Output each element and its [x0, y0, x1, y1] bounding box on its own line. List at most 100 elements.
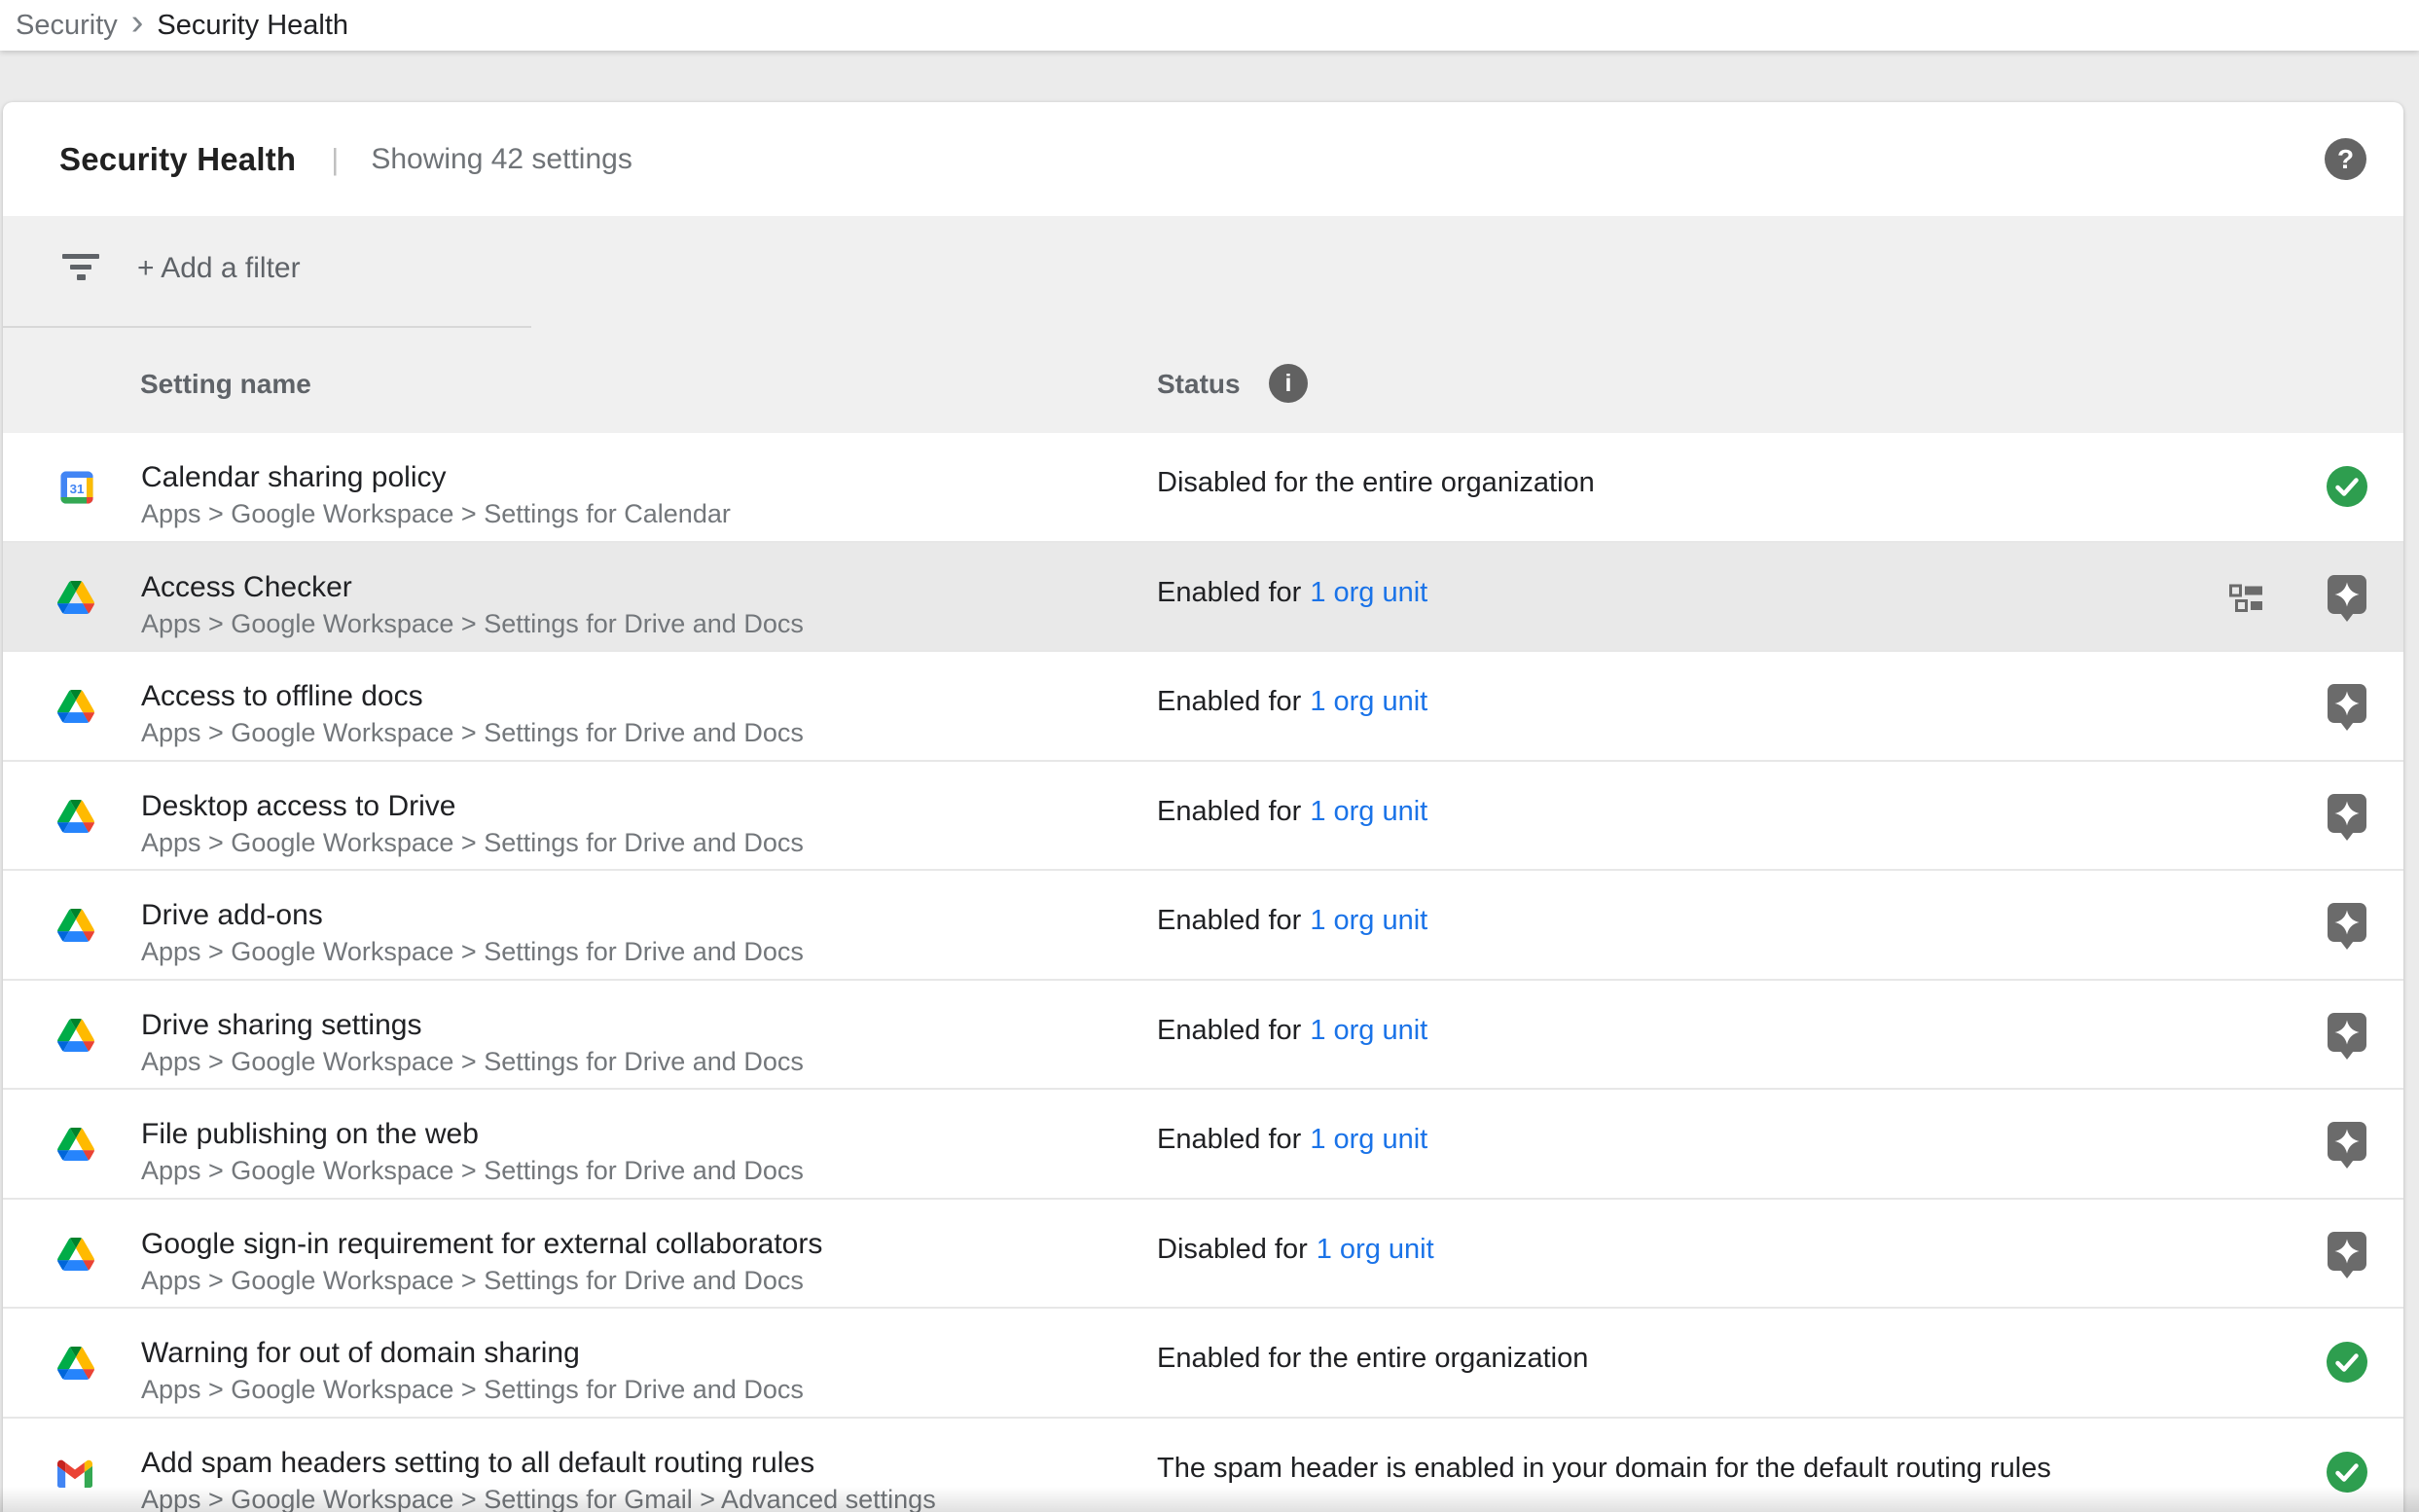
column-header-setting-name: Setting name [140, 369, 311, 400]
setting-status: Enabled for 1 org unit [1157, 574, 1427, 611]
status-text: Enabled for [1157, 577, 1301, 608]
recommendation-icon[interactable] [2326, 1011, 2368, 1060]
setting-path: Apps > Google Workspace > Settings for D… [141, 1263, 822, 1298]
status-ok-icon [2325, 1450, 2369, 1494]
status-text: Enabled for [1157, 686, 1301, 717]
org-unit-link[interactable]: 1 org unit [1310, 1015, 1427, 1046]
column-header-status: Status [1157, 369, 1241, 400]
setting-path: Apps > Google Workspace > Settings for D… [141, 1372, 804, 1407]
setting-title: Calendar sharing policy [141, 458, 731, 496]
setting-title: File publishing on the web [141, 1115, 804, 1153]
setting-title: Access to offline docs [141, 677, 804, 715]
setting-title: Drive add-ons [141, 896, 804, 934]
org-unit-link[interactable]: 1 org unit [1310, 905, 1427, 936]
recommendation-icon[interactable] [2326, 792, 2368, 841]
setting-path: Apps > Google Workspace > Settings for G… [141, 1482, 936, 1512]
status-text: Disabled for [1157, 1234, 1308, 1265]
setting-path: Apps > Google Workspace > Settings for D… [141, 606, 804, 641]
org-unit-link[interactable]: 1 org unit [1310, 686, 1427, 717]
table-row[interactable]: 31 Google sign-in requirem [3, 1200, 2403, 1310]
page-title: Security Health [59, 141, 296, 178]
drive-icon: 31 [57, 578, 96, 617]
setting-status: Enabled for 1 org unit [1157, 1121, 1427, 1158]
filter-and-table-header: + Add a filter Setting name Status i [3, 216, 2403, 433]
setting-title: Drive sharing settings [141, 1006, 804, 1044]
table-row[interactable]: 31 File publishing on the [3, 1090, 2403, 1200]
table-row[interactable]: 31 Calendar sharing policy [3, 433, 2403, 543]
setting-status: Disabled for 1 org unit [1157, 1231, 1434, 1268]
setting-path: Apps > Google Workspace > Settings for D… [141, 934, 804, 969]
status-text: Disabled for the entire organization [1157, 467, 1595, 498]
table-row[interactable]: 31 Access Checker Ap [3, 543, 2403, 653]
breadcrumb-security-link[interactable]: Security [16, 10, 118, 42]
setting-path: Apps > Google Workspace > Settings for D… [141, 715, 804, 750]
drive-glyph [57, 1019, 94, 1052]
drive-icon: 31 [57, 687, 96, 726]
drive-glyph [57, 1128, 94, 1161]
setting-title: Desktop access to Drive [141, 787, 804, 825]
recommendation-icon[interactable] [2326, 901, 2368, 950]
setting-title: Warning for out of domain sharing [141, 1334, 804, 1372]
calendar-icon: 31 [57, 468, 96, 507]
drive-glyph [57, 690, 94, 723]
status-text: Enabled for [1157, 905, 1301, 936]
recommendation-icon[interactable] [2326, 1230, 2368, 1278]
filter-divider [3, 326, 531, 328]
setting-status: The spam header is enabled in your domai… [1157, 1450, 2051, 1487]
card-header: Security Health | Showing 42 settings ? [3, 102, 2403, 216]
filter-list-icon[interactable] [62, 254, 101, 283]
settings-count-label: Showing 42 settings [371, 143, 632, 176]
recommendation-icon[interactable] [2326, 573, 2368, 622]
status-text: Enabled for [1157, 796, 1301, 827]
table-row[interactable]: 31 Access to offline docs [3, 652, 2403, 762]
drive-icon: 31 [57, 797, 96, 836]
add-filter-button[interactable]: + Add a filter [137, 252, 301, 285]
settings-table: 31 Calendar sharing policy [3, 433, 2403, 1512]
table-row[interactable]: 31 Drive sharing settings [3, 981, 2403, 1091]
org-unit-link[interactable]: 1 org unit [1310, 796, 1427, 827]
status-text: Enabled for [1157, 1124, 1301, 1155]
gmail-glyph [57, 1458, 92, 1488]
setting-status: Disabled for the entire organization [1157, 464, 1595, 501]
table-row[interactable]: 31 Drive add-ons App [3, 871, 2403, 981]
help-glyph: ? [2337, 144, 2354, 175]
setting-status: Enabled for the entire organization [1157, 1340, 1588, 1377]
drive-icon: 31 [57, 1125, 96, 1164]
help-icon[interactable]: ? [2325, 138, 2366, 180]
status-text: Enabled for the entire organization [1157, 1343, 1588, 1374]
status-text: The spam header is enabled in your domai… [1157, 1453, 2051, 1484]
setting-status: Enabled for 1 org unit [1157, 902, 1427, 939]
setting-path: Apps > Google Workspace > Settings for C… [141, 496, 731, 531]
drive-icon: 31 [57, 1235, 96, 1274]
org-unit-link[interactable]: 1 org unit [1310, 577, 1427, 608]
drive-glyph [57, 800, 94, 833]
status-ok-icon [2325, 464, 2369, 509]
table-row[interactable]: 31 Warning for out of doma [3, 1309, 2403, 1419]
title-separator: | [331, 142, 339, 177]
setting-path: Apps > Google Workspace > Settings for D… [141, 1153, 804, 1188]
breadcrumb-current-page: Security Health [157, 10, 348, 42]
drive-glyph [57, 1238, 94, 1271]
setting-title: Google sign-in requirement for external … [141, 1225, 822, 1263]
setting-status: Enabled for 1 org unit [1157, 793, 1427, 830]
org-unit-link[interactable]: 1 org unit [1317, 1234, 1434, 1265]
gmail-icon: 31 [57, 1454, 96, 1493]
org-units-list-icon [2229, 584, 2262, 613]
recommendation-icon[interactable] [2326, 1120, 2368, 1169]
drive-icon: 31 [57, 1016, 96, 1055]
table-row[interactable]: 31 Add spam headers settin [3, 1419, 2403, 1512]
recommendation-icon[interactable] [2326, 682, 2368, 731]
info-icon[interactable]: i [1269, 364, 1308, 403]
drive-glyph [57, 581, 94, 614]
svg-text:31: 31 [70, 482, 85, 496]
setting-title: Add spam headers setting to all default … [141, 1444, 936, 1482]
calendar-glyph: 31 [57, 468, 96, 507]
org-unit-link[interactable]: 1 org unit [1310, 1124, 1427, 1155]
info-glyph: i [1285, 370, 1292, 398]
setting-path: Apps > Google Workspace > Settings for D… [141, 1044, 804, 1079]
drive-glyph [57, 1347, 94, 1380]
drive-glyph [57, 909, 94, 942]
security-health-card: Security Health | Showing 42 settings ? … [3, 102, 2403, 1512]
drive-icon: 31 [57, 1344, 96, 1383]
table-row[interactable]: 31 Desktop access to Drive [3, 762, 2403, 872]
